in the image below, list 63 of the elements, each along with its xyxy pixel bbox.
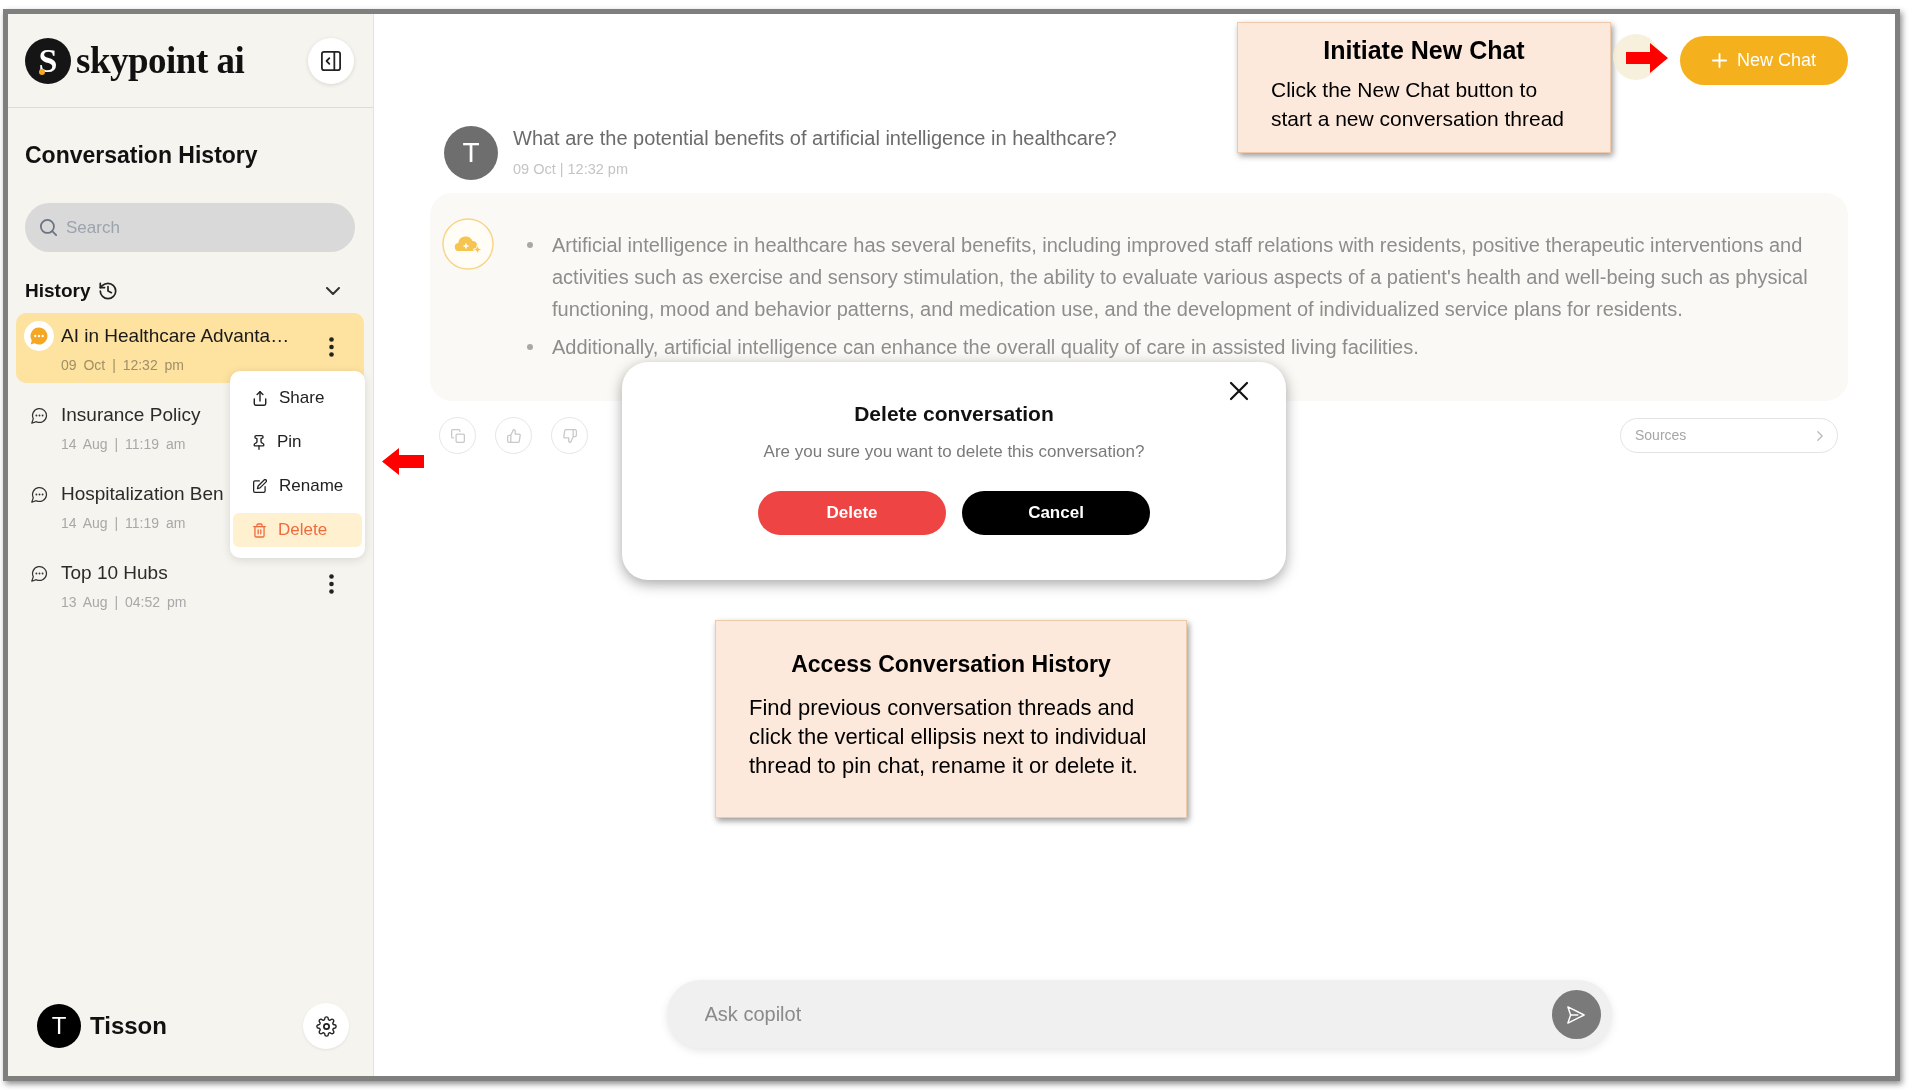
send-icon [1567, 1005, 1585, 1024]
chat-bubble-icon [30, 406, 48, 424]
answer-text: Additionally, artificial intelligence can enhance the overall quality of care in assisted living facilities. [552, 335, 1419, 360]
conversation-time: 09 Oct | 12:32 pm [61, 356, 186, 374]
plus-icon [1712, 53, 1727, 68]
collapse-sidebar-button[interactable] [308, 37, 354, 84]
callout-text: Find previous conversation threads and click the vertical ellipsis next to individual thread to pin chat, rename it or delete it. [748, 694, 1148, 780]
callout-title: Access Conversation History [790, 650, 1112, 679]
edit-icon [253, 479, 267, 493]
cancel-button[interactable]: Cancel [962, 491, 1150, 535]
search-icon [40, 219, 57, 236]
history-icon [99, 282, 118, 300]
history-heading: History [25, 279, 91, 303]
chat-bubble-icon [24, 321, 54, 351]
delete-button[interactable]: Delete [758, 491, 946, 535]
conversation-time: 14 Aug | 11:19 am [61, 435, 187, 453]
user-avatar: T [37, 1004, 81, 1048]
settings-icon [315, 1015, 337, 1037]
settings-button[interactable] [303, 1003, 349, 1049]
message-time: 09 Oct | 12:32 pm [513, 160, 629, 178]
callout-text: Click the New Chat button to start a new conversation thread [1270, 77, 1565, 132]
brand-name: skypoint ai [76, 42, 245, 79]
logo-mark: S [25, 37, 71, 84]
vertical-ellipsis-icon[interactable] [329, 337, 334, 357]
cloud-sparkle-icon [442, 218, 494, 270]
conversation-title: Insurance Policy [61, 403, 201, 427]
conversation-item[interactable]: Top 10 Hubs 13 Aug | 04:52 pm [16, 550, 364, 620]
conversation-title: Hospitalization Ben [61, 482, 224, 506]
menu-item[interactable]: Rename [233, 469, 362, 503]
trash-icon [253, 522, 266, 538]
chevron-right-icon [1817, 430, 1823, 441]
share-icon [253, 390, 267, 406]
vertical-ellipsis-icon[interactable] [329, 574, 334, 594]
chevron-down-icon[interactable] [326, 287, 340, 295]
conversation-title: Top 10 Hubs [61, 561, 169, 585]
right-arrow-icon [1612, 33, 1668, 81]
user-avatar: T [444, 126, 498, 180]
dialog-message: Are you sure you want to delete this conversation? [763, 441, 1145, 463]
bullet-icon [527, 242, 533, 248]
thumbs-up-icon [506, 428, 521, 443]
pin-icon [253, 434, 265, 450]
chat-bubble-icon [30, 485, 48, 503]
search-field[interactable]: Search [25, 203, 355, 252]
thumbs-down-icon [562, 428, 577, 443]
menu-item[interactable]: Share [233, 381, 362, 415]
conversation-time: 13 Aug | 04:52 pm [61, 593, 187, 611]
conversation-title: AI in Healthcare Advanta… [61, 324, 290, 348]
conversation-item[interactable]: AI in Healthcare Advanta… 09 Oct | 12:32 pm [16, 313, 364, 383]
chat-input-field[interactable]: Ask copilot [666, 980, 1612, 1048]
copy-icon [450, 428, 465, 443]
answer-text: Artificial intelligence in healthcare has several benefits, including improved staff relations with residents, positive therapeutic interventions and activities such as exercise and sensory stimulation, the ability to evaluate various aspects of a patient's health and well-being such as physical functioning, mood and behavior patterns, and medication use, and the development of individualized service plans for residents. [552, 233, 1809, 322]
bullet-icon [527, 344, 533, 350]
chat-bubble-icon [30, 564, 48, 582]
conversation-time: 14 Aug | 11:19 am [61, 514, 187, 532]
sidebar-title: Conversation History [25, 141, 259, 170]
dialog-title: Delete conversation [854, 401, 1054, 427]
left-arrow-icon [382, 448, 424, 475]
user-name: Tisson [90, 1011, 167, 1041]
close-icon[interactable] [1229, 381, 1249, 401]
sidebar-toggle-icon [321, 50, 341, 71]
menu-item[interactable]: Pin [233, 425, 362, 459]
question-text: What are the potential benefits of artificial intelligence in healthcare? [513, 126, 1117, 150]
callout-title: Initiate New Chat [1322, 35, 1526, 65]
